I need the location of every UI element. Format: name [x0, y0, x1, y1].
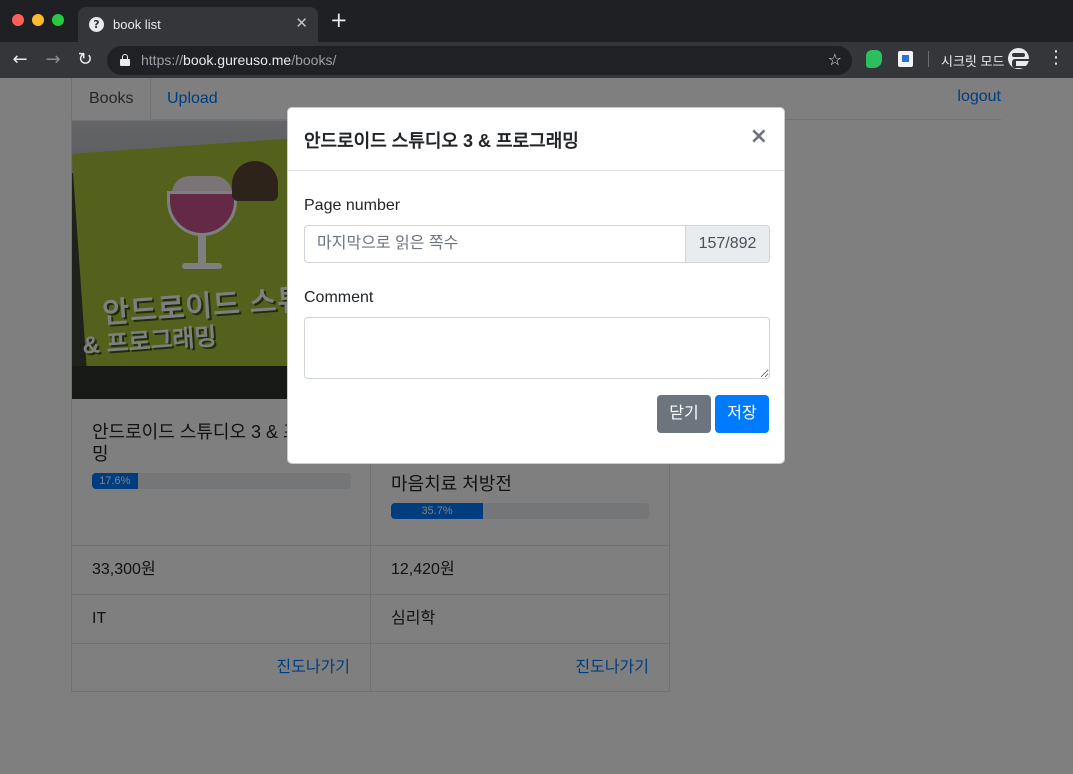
browser-tab[interactable]: ? book list ✕ [78, 7, 318, 42]
url-path: /books/ [291, 52, 337, 68]
toolbar-divider [928, 51, 929, 67]
comment-label: Comment [304, 289, 374, 306]
help-icon: ? [89, 17, 104, 32]
modal-title: 안드로이드 스튜디오 3 & 프로그래밍 [304, 131, 579, 151]
window-minimize-icon[interactable] [32, 14, 44, 26]
tab-close-icon[interactable]: ✕ [295, 15, 308, 32]
star-icon[interactable]: ☆ [828, 50, 842, 69]
tab-title: book list [113, 17, 161, 32]
reload-icon[interactable]: ↻ [74, 49, 96, 71]
save-button[interactable]: 저장 [715, 395, 769, 433]
page-number-input[interactable] [304, 225, 686, 263]
page-total: 157/892 [685, 225, 770, 263]
close-button[interactable]: 닫기 [657, 395, 711, 433]
lock-icon[interactable] [120, 54, 130, 66]
back-icon[interactable]: ← [9, 49, 31, 71]
evernote-icon[interactable] [866, 50, 882, 68]
extension-icon[interactable] [898, 51, 913, 67]
incognito-icon[interactable] [1008, 48, 1033, 69]
address-bar[interactable]: https://book.gureuso.me/books/ ☆ [107, 46, 852, 75]
modal-header: 안드로이드 스튜디오 3 & 프로그래밍 × [288, 108, 784, 171]
window-close-icon[interactable] [12, 14, 24, 26]
modal-close-icon[interactable]: × [750, 125, 768, 149]
forward-icon[interactable]: → [42, 49, 64, 71]
url-scheme: https:// [141, 52, 184, 68]
page-input-group: 157/892 [304, 225, 770, 263]
url-host: book.gureuso.me [183, 52, 292, 68]
menu-icon[interactable]: ⋮ [1047, 49, 1065, 67]
new-tab-icon[interactable]: + [330, 10, 348, 31]
url-text[interactable]: https://book.gureuso.me/books/ [141, 52, 336, 68]
window-maximize-icon[interactable] [52, 14, 64, 26]
browser-titlebar: ? book list ✕ + [0, 0, 1073, 42]
comment-textarea[interactable] [304, 317, 770, 379]
progress-modal: 안드로이드 스튜디오 3 & 프로그래밍 × Page number 157/8… [287, 107, 785, 464]
incognito-label[interactable]: 시크릿 모드 [941, 51, 1004, 70]
page-number-label: Page number [304, 197, 401, 214]
